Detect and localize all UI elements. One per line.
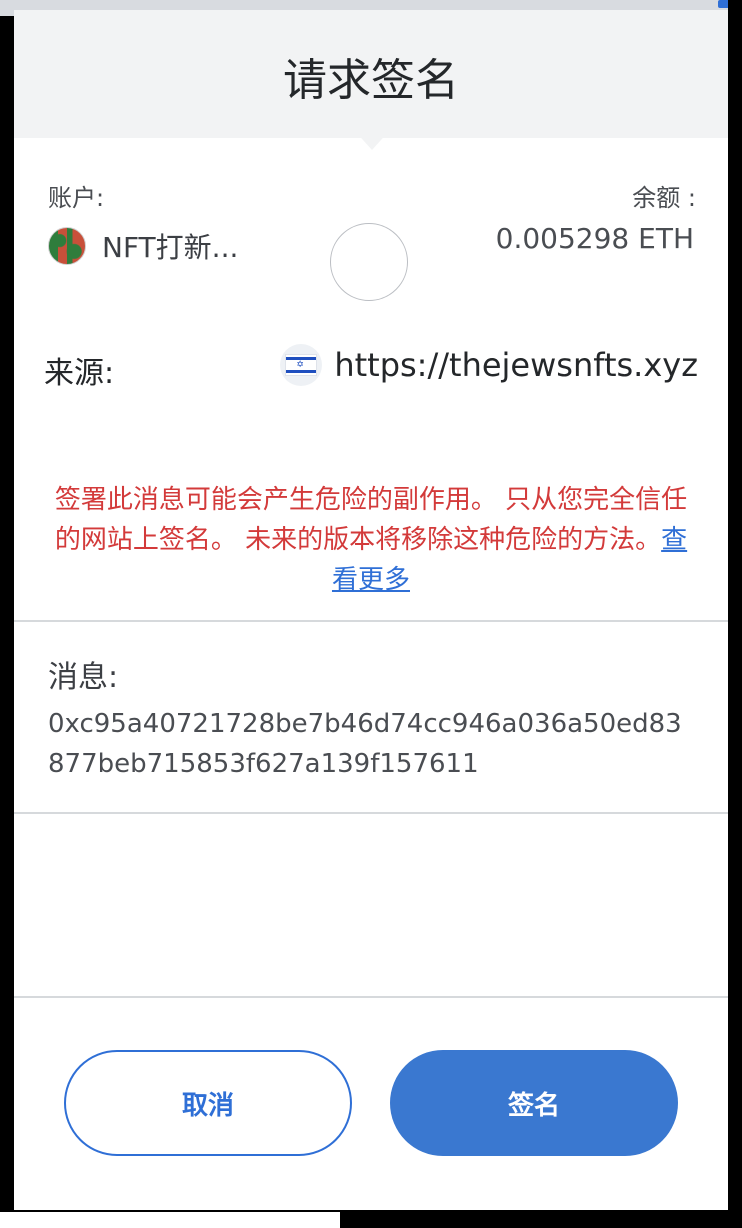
- message-label: 消息:: [48, 660, 119, 695]
- warning-text: 签署此消息可能会产生危险的副作用。 只从您完全信任的网站上签名。 未来的版本将移…: [54, 485, 688, 555]
- account-avatar-icon: [48, 227, 86, 265]
- divider: [14, 996, 728, 998]
- star-of-david-icon: ✡: [296, 360, 304, 370]
- cancel-button[interactable]: 取消: [64, 1050, 352, 1156]
- message-value: 0xc95a40721728be7b46d74cc946a036a50ed838…: [48, 709, 682, 779]
- account-info: NFT打新...: [48, 226, 238, 266]
- divider: [14, 620, 728, 622]
- header-notch: [354, 130, 390, 150]
- origin-label: 来源:: [44, 356, 115, 391]
- background-right-strip: [728, 0, 742, 1228]
- flag-stripe-bottom: [286, 370, 317, 373]
- balance-label: 余额 :: [632, 184, 696, 212]
- background-bottom-dark: [340, 1212, 742, 1228]
- origin-info: ✡ https://thejewsnfts.xyz: [280, 344, 698, 386]
- background-bottom-strip: [0, 1212, 742, 1228]
- origin-url: https://thejewsnfts.xyz: [334, 346, 698, 384]
- israel-flag-icon: ✡: [280, 344, 323, 386]
- signature-request-dialog: 请求签名 账户: 余额 : NFT打新... 0.005298 ETH 来源: …: [14, 10, 728, 1210]
- divider: [14, 812, 728, 814]
- dialog-header: 请求签名: [14, 10, 728, 138]
- identicon-placeholder-icon: [330, 223, 408, 301]
- sign-button[interactable]: 签名: [390, 1050, 678, 1156]
- danger-warning: 签署此消息可能会产生危险的副作用。 只从您完全信任的网站上签名。 未来的版本将移…: [44, 480, 698, 600]
- dialog-title: 请求签名: [283, 55, 459, 106]
- account-label: 账户:: [48, 184, 105, 212]
- account-name: NFT打新...: [102, 231, 239, 264]
- balance-value: 0.005298 ETH: [495, 222, 694, 255]
- background-left-strip: [0, 0, 14, 1228]
- flag-shape: ✡: [285, 354, 318, 376]
